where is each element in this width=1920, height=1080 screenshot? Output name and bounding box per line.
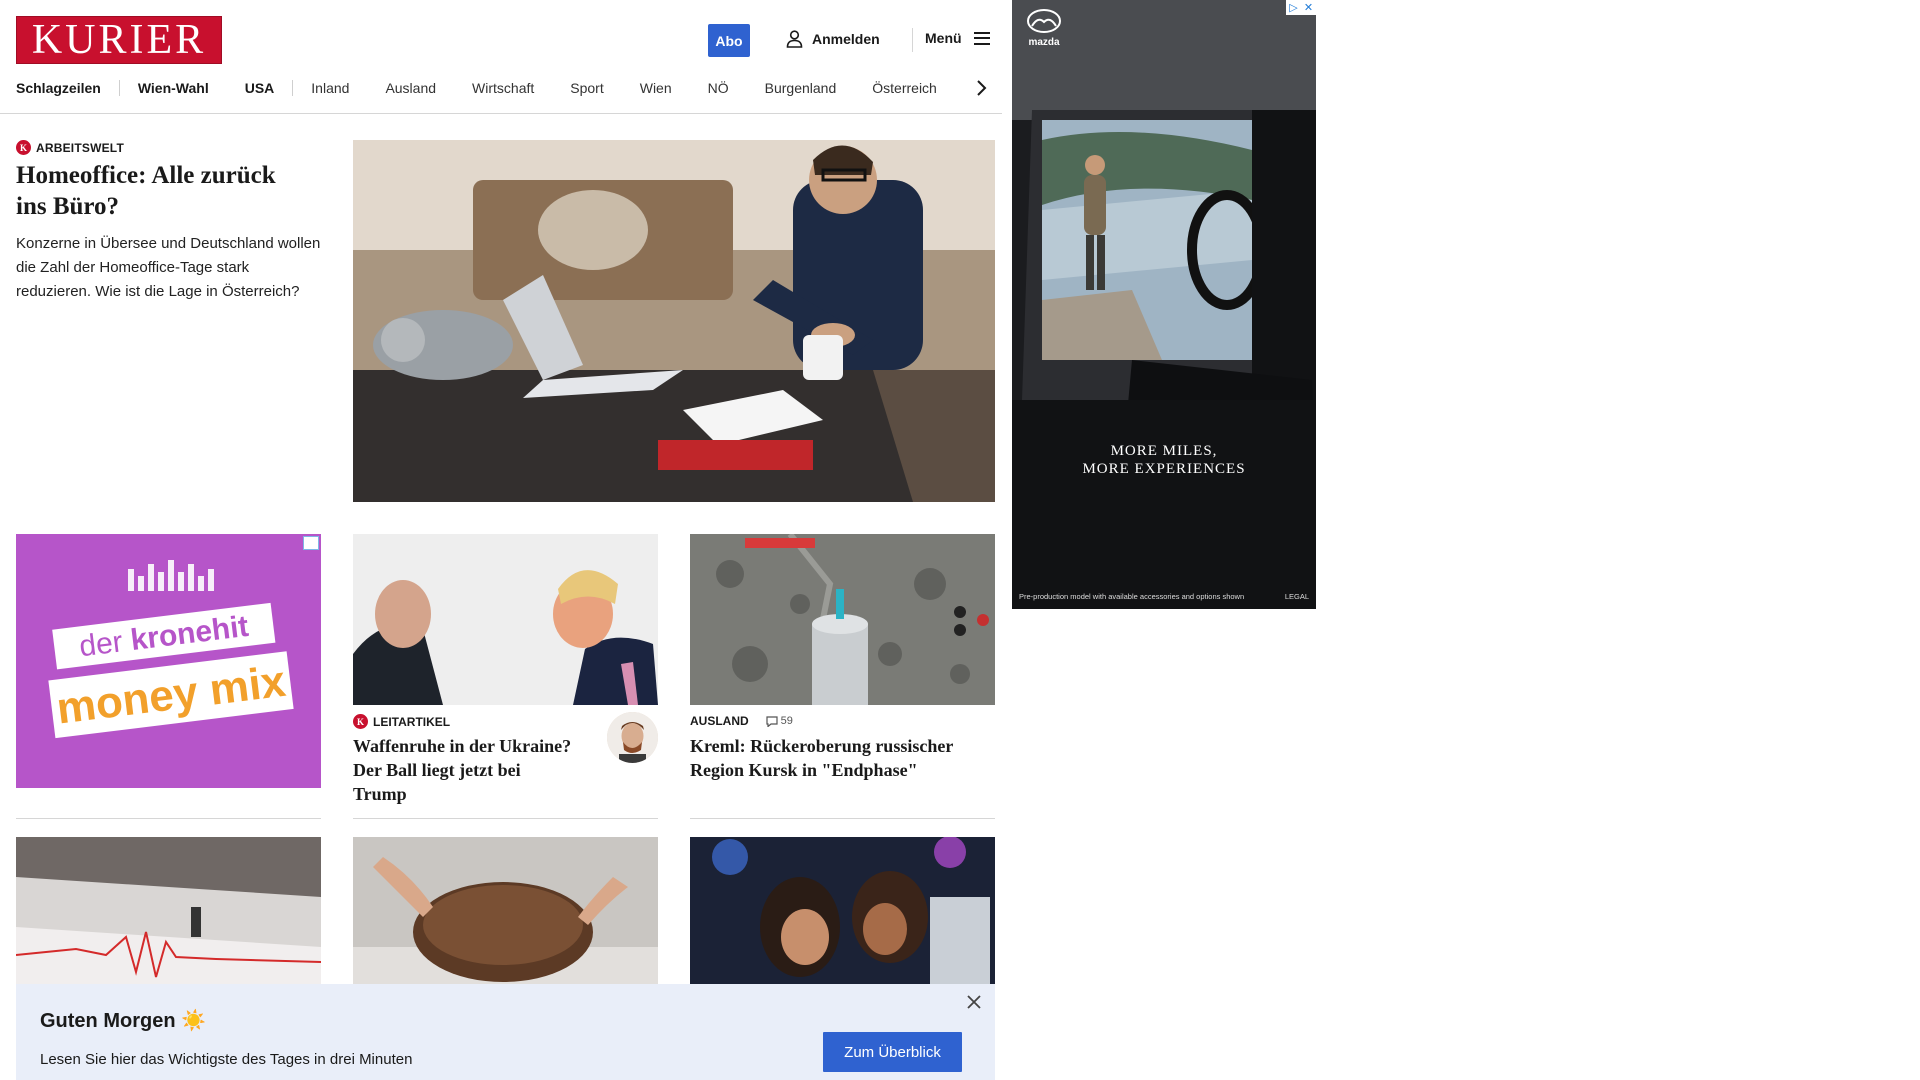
nav-item-usa[interactable]: USA [227, 80, 293, 96]
ad-controls: ▷ ✕ [1286, 0, 1316, 15]
nav-item-wirtschaft[interactable]: Wirtschaft [454, 80, 552, 96]
nav-item-wien-wahl[interactable]: Wien-Wahl [120, 80, 227, 96]
nav-item-schlagzeilen[interactable]: Schlagzeilen [16, 80, 119, 96]
card-image-party[interactable] [690, 837, 995, 987]
card-headline-leitartikel[interactable]: Waffenruhe in der Ukraine? Der Ball lieg… [353, 734, 573, 806]
close-icon[interactable] [966, 994, 982, 1010]
overview-button[interactable]: Zum Überblick [823, 1032, 962, 1072]
nav-item-burgenland[interactable]: Burgenland [747, 80, 855, 96]
card-image-kursk-drone[interactable] [690, 534, 995, 705]
kurier-logo[interactable]: KURIER [16, 16, 222, 64]
card-kicker-label: LEITARTIKEL [373, 714, 451, 729]
card-image-seismograph[interactable] [16, 837, 321, 987]
section-nav: Schlagzeilen Wien-Wahl USA Inland Auslan… [16, 78, 955, 98]
kronehit-der: der [77, 625, 124, 663]
menu-button[interactable]: Menü [925, 30, 990, 46]
kurier-plus-icon: K [353, 714, 368, 729]
author-avatar[interactable] [607, 712, 658, 763]
hamburger-icon [973, 31, 990, 45]
card-kicker-label: AUSLAND [690, 714, 749, 728]
kronehit-ad[interactable]: der kronehit money mix [16, 534, 321, 788]
chevron-right-icon[interactable] [975, 78, 987, 98]
header-divider [912, 28, 913, 52]
card-image-putin-trump[interactable] [353, 534, 658, 705]
mazda-legal-link[interactable]: LEGAL [1285, 592, 1309, 601]
lead-headline[interactable]: Homeoffice: Alle zurück ins Büro? [16, 160, 306, 222]
login-label: Anmelden [812, 31, 880, 47]
card-image-bread[interactable] [353, 837, 658, 987]
nav-item-noe[interactable]: NÖ [690, 80, 747, 96]
close-icon[interactable]: ✕ [1301, 0, 1316, 15]
card-headline-ausland[interactable]: Kreml: Rückeroberung russischer Region K… [690, 734, 995, 782]
nav-item-ausland[interactable]: Ausland [367, 80, 454, 96]
mazda-tagline: MORE MILES, MORE EXPERIENCES [1012, 442, 1316, 478]
nav-item-oesterreich[interactable]: Österreich [854, 80, 955, 96]
login-link[interactable]: Anmelden [786, 30, 880, 48]
comment-count-value: 59 [780, 715, 793, 727]
comment-count[interactable]: 59 [766, 715, 793, 727]
banner-text: Lesen Sie hier das Wichtigste des Tages … [40, 1051, 413, 1068]
mazda-tagline-line-2: MORE EXPERIENCES [1082, 461, 1246, 477]
lead-teaser: Konzerne in Übersee und Deutschland woll… [16, 235, 321, 300]
ad-choices-icon[interactable]: ▷ [1286, 0, 1301, 15]
nav-item-inland[interactable]: Inland [293, 80, 367, 96]
nav-item-sport[interactable]: Sport [552, 80, 621, 96]
kurier-plus-icon: K [16, 140, 31, 155]
mazda-footer: Pre-production model with available acce… [1019, 592, 1309, 601]
site-header: KURIER Abo Anmelden Menü Schlagzeilen Wi… [0, 0, 1002, 114]
lead-image[interactable] [353, 140, 995, 502]
menu-label: Menü [925, 30, 962, 46]
mazda-brand-label: mazda [1028, 37, 1060, 48]
card-kicker-leitartikel: K LEITARTIKEL [353, 714, 450, 729]
card-divider [690, 818, 995, 819]
lead-kicker: K ARBEITSWELT [16, 140, 124, 155]
card-divider [16, 818, 321, 819]
morning-briefing-banner: Guten Morgen ☀️ Lesen Sie hier das Wicht… [16, 984, 995, 1080]
user-icon [786, 30, 803, 48]
mazda-ad[interactable]: ▷ ✕ mazda MORE MILES, MORE EXPERIENCES P… [1012, 0, 1316, 609]
mazda-tagline-line-1: MORE MILES, [1110, 443, 1218, 459]
comment-icon [766, 715, 778, 727]
banner-title: Guten Morgen ☀️ [40, 1010, 207, 1032]
mazda-disclaimer: Pre-production model with available acce… [1019, 592, 1245, 601]
mazda-emblem-icon [1027, 9, 1061, 33]
mazda-logo: mazda [1022, 8, 1066, 48]
ad-choices-icon[interactable] [303, 536, 319, 550]
card-divider [353, 818, 658, 819]
card-kicker-ausland: AUSLAND 59 [690, 714, 793, 728]
lead-kicker-label: ARBEITSWELT [36, 140, 124, 155]
nav-item-wien[interactable]: Wien [622, 80, 690, 96]
kronehit-name: kronehit [129, 610, 250, 657]
abo-button[interactable]: Abo [708, 24, 750, 57]
